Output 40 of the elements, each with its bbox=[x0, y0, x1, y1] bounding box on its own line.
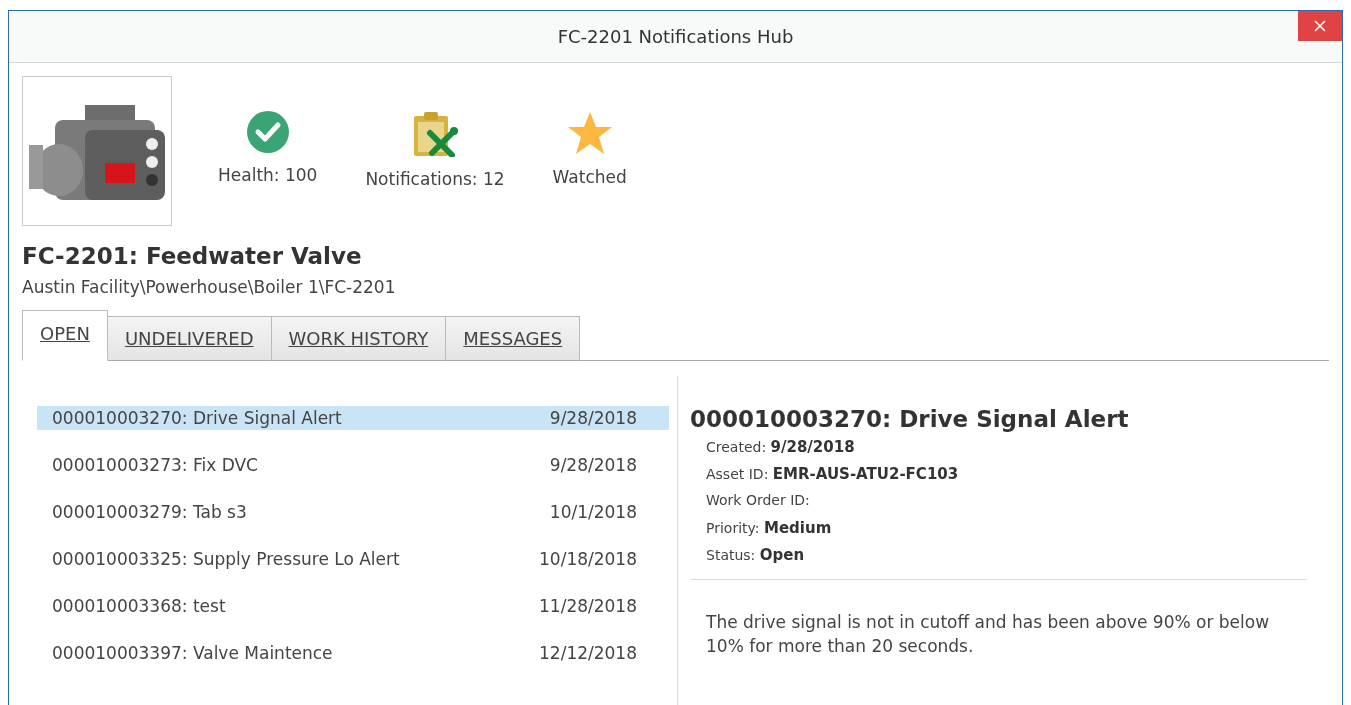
notification-date: 9/28/2018 bbox=[549, 408, 637, 428]
notification-date: 9/28/2018 bbox=[549, 455, 637, 475]
notification-row[interactable]: 000010003270: Drive Signal Alert 9/28/2018 bbox=[37, 406, 669, 430]
detail-title: 000010003270: Drive Signal Alert bbox=[690, 406, 1130, 432]
notification-row[interactable]: 000010003325: Supply Pressure Lo Alert 10/18/2018 bbox=[37, 547, 669, 571]
detail-field: Created: 9/28/2018 bbox=[706, 438, 1307, 457]
notification-date: 12/12/2018 bbox=[539, 643, 637, 663]
tab[interactable]: UNDELIVERED bbox=[107, 316, 272, 361]
notification-name: 000010003397: Valve Maintence bbox=[52, 643, 333, 663]
close-icon bbox=[1314, 20, 1326, 32]
detail-field: Asset ID: EMR-AUS-ATU2-FC103 bbox=[706, 465, 1307, 484]
tab[interactable]: MESSAGES bbox=[446, 316, 581, 361]
check-circle-icon bbox=[246, 111, 289, 153]
stat-label: Health: 100 bbox=[218, 165, 318, 185]
window-title: FC-2201 Notifications Hub bbox=[557, 26, 794, 47]
notification-date: 11/28/2018 bbox=[539, 596, 637, 616]
notification-name: 000010003368: test bbox=[52, 596, 226, 616]
detail-description: The drive signal is not in cutoff and has been above 90% or below 10% for more than 20 seconds. bbox=[705, 611, 1271, 658]
tab[interactable]: OPEN bbox=[22, 310, 108, 361]
detail-field: Priority: Medium bbox=[706, 519, 1307, 538]
notification-name: 000010003279: Tab s3 bbox=[52, 502, 247, 522]
notification-row[interactable]: 000010003368: test 11/28/2018 bbox=[37, 594, 669, 618]
tab[interactable]: WORK HISTORY bbox=[271, 316, 447, 361]
notification-row[interactable]: 000010003279: Tab s3 10/1/2018 bbox=[37, 500, 669, 524]
close-button[interactable] bbox=[1298, 11, 1342, 41]
asset-title: FC-2201: Feedwater Valve bbox=[22, 243, 363, 269]
notification-row[interactable]: 000010003273: Fix DVC 9/28/2018 bbox=[37, 453, 669, 477]
notification-date: 10/1/2018 bbox=[549, 502, 637, 522]
notification-date: 10/18/2018 bbox=[539, 549, 637, 569]
notification-name: 000010003325: Supply Pressure Lo Alert bbox=[52, 549, 400, 569]
clipboard-tools-icon bbox=[412, 111, 458, 157]
notification-name: 000010003273: Fix DVC bbox=[52, 455, 258, 475]
stat-label: Notifications: 12 bbox=[365, 169, 505, 189]
stat-label: Watched bbox=[552, 167, 627, 187]
detail-field: Work Order ID: bbox=[706, 492, 1307, 511]
asset-path: Austin Facility\Powerhouse\Boiler 1\FC-2201 bbox=[22, 277, 397, 297]
notification-name: 000010003270: Drive Signal Alert bbox=[52, 408, 342, 428]
detail-field: Status: Open bbox=[706, 546, 1307, 565]
star-icon bbox=[566, 111, 613, 155]
notification-row[interactable]: 000010003397: Valve Maintence 12/12/2018 bbox=[37, 641, 669, 665]
